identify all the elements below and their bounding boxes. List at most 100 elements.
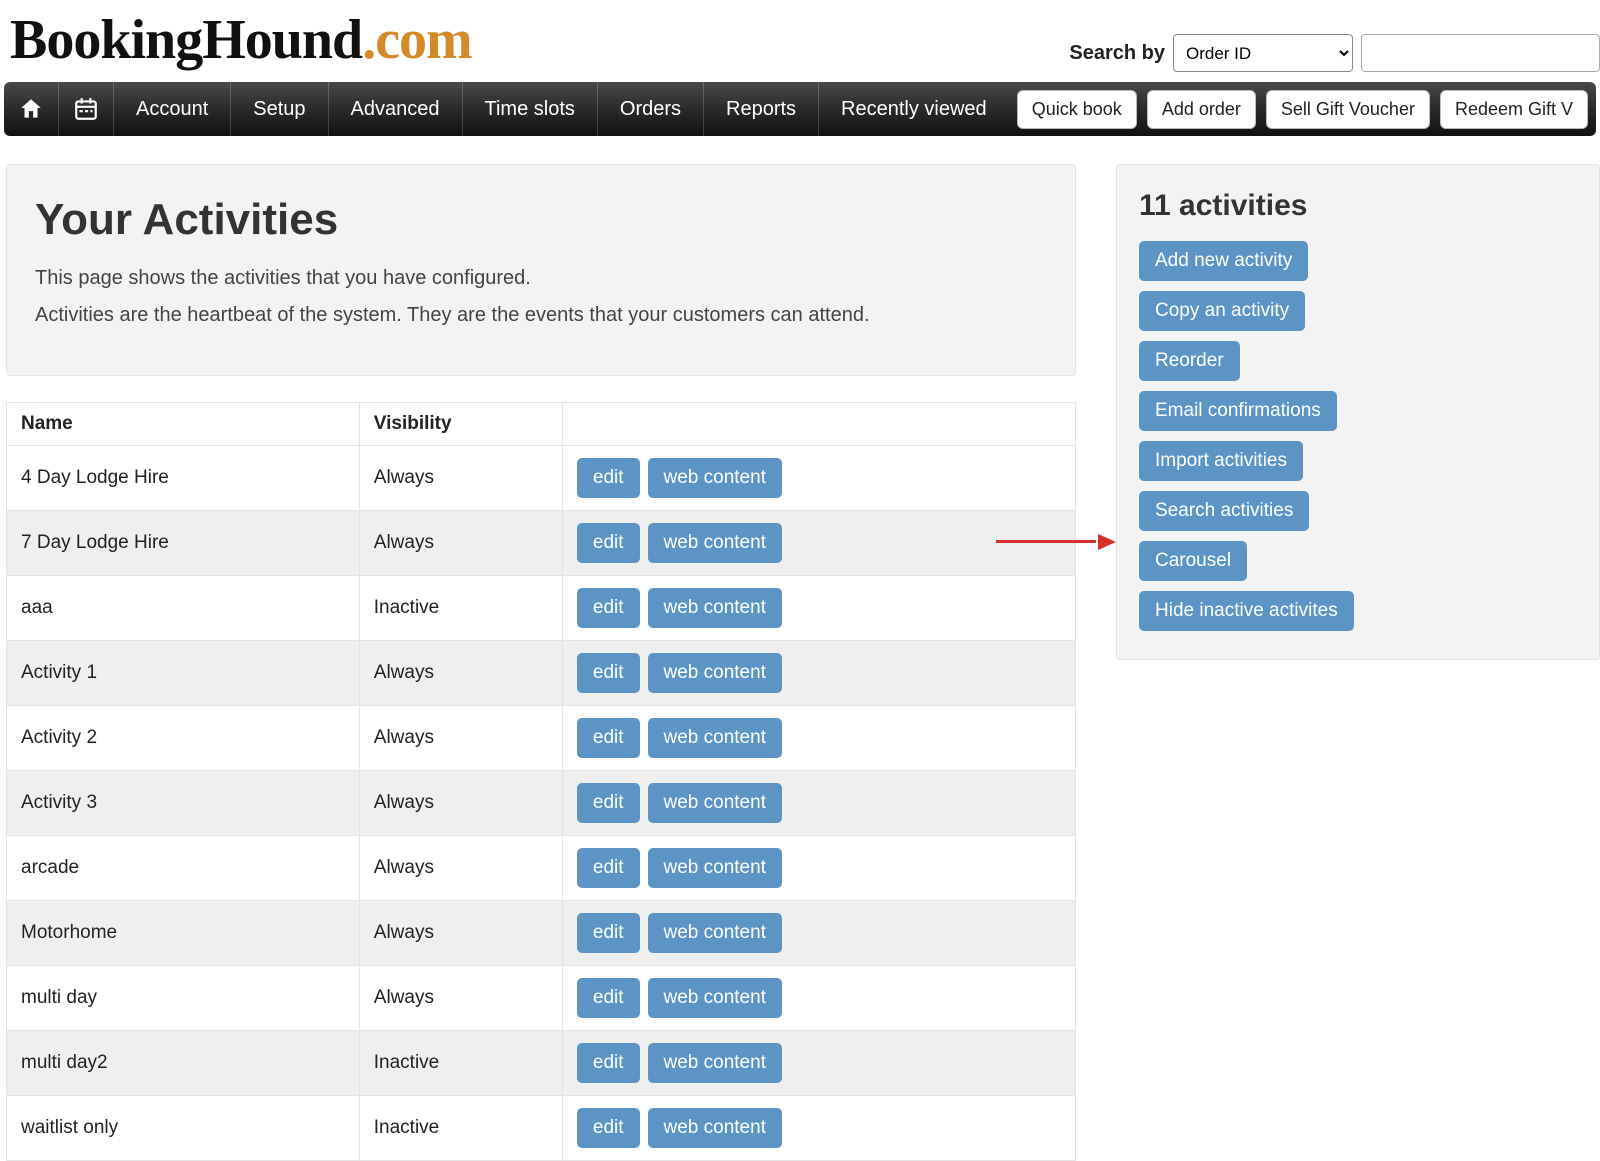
cell-name: multi day2 bbox=[7, 1031, 360, 1096]
web-content-button[interactable]: web content bbox=[648, 978, 782, 1018]
logo: BookingHound.com bbox=[10, 8, 472, 72]
cell-name: 7 Day Lodge Hire bbox=[7, 511, 360, 576]
cell-actions: editweb content bbox=[562, 1031, 1075, 1096]
sidebar-panel: 11 activities Add new activity Copy an ac… bbox=[1116, 164, 1600, 660]
cell-actions: editweb content bbox=[562, 446, 1075, 511]
cell-visibility: Always bbox=[359, 901, 562, 966]
search-label: Search by bbox=[1069, 42, 1165, 65]
col-name: Name bbox=[7, 403, 360, 446]
nav-reports[interactable]: Reports bbox=[704, 82, 819, 136]
web-content-button[interactable]: web content bbox=[648, 1043, 782, 1083]
edit-button[interactable]: edit bbox=[577, 1108, 640, 1148]
web-content-button[interactable]: web content bbox=[648, 1108, 782, 1148]
logo-suffix: .com bbox=[362, 9, 472, 71]
cell-name: multi day bbox=[7, 966, 360, 1031]
cell-name: Activity 2 bbox=[7, 706, 360, 771]
nav-account[interactable]: Account bbox=[114, 82, 231, 136]
search-activities-button[interactable]: Search activities bbox=[1139, 491, 1309, 531]
cell-name: 4 Day Lodge Hire bbox=[7, 446, 360, 511]
cell-actions: editweb content bbox=[562, 966, 1075, 1031]
table-row: multi dayAlwayseditweb content bbox=[7, 966, 1076, 1031]
quick-book-button[interactable]: Quick book bbox=[1017, 90, 1137, 129]
cell-visibility: Always bbox=[359, 511, 562, 576]
page-desc-2: Activities are the heartbeat of the syst… bbox=[35, 304, 1047, 327]
nav-advanced[interactable]: Advanced bbox=[329, 82, 463, 136]
table-row: Activity 1Alwayseditweb content bbox=[7, 641, 1076, 706]
main-nav: Account Setup Advanced Time slots Orders… bbox=[4, 82, 1596, 136]
edit-button[interactable]: edit bbox=[577, 978, 640, 1018]
add-order-button[interactable]: Add order bbox=[1147, 90, 1256, 129]
table-row: aaaInactiveeditweb content bbox=[7, 576, 1076, 641]
cell-visibility: Always bbox=[359, 641, 562, 706]
sell-gift-voucher-button[interactable]: Sell Gift Voucher bbox=[1266, 90, 1430, 129]
calendar-icon[interactable] bbox=[59, 82, 114, 136]
cell-actions: editweb content bbox=[562, 641, 1075, 706]
cell-actions: editweb content bbox=[562, 901, 1075, 966]
cell-name: Activity 1 bbox=[7, 641, 360, 706]
cell-name: Activity 3 bbox=[7, 771, 360, 836]
activities-panel: Your Activities This page shows the acti… bbox=[6, 164, 1076, 376]
reorder-button[interactable]: Reorder bbox=[1139, 341, 1240, 381]
web-content-button[interactable]: web content bbox=[648, 913, 782, 953]
edit-button[interactable]: edit bbox=[577, 848, 640, 888]
search-bar: Search by Order ID bbox=[1069, 34, 1600, 72]
page-desc-1: This page shows the activities that you … bbox=[35, 267, 1047, 290]
cell-visibility: Inactive bbox=[359, 576, 562, 641]
cell-visibility: Always bbox=[359, 446, 562, 511]
table-row: waitlist onlyInactiveeditweb content bbox=[7, 1096, 1076, 1161]
table-row: Activity 3Alwayseditweb content bbox=[7, 771, 1076, 836]
cell-visibility: Always bbox=[359, 706, 562, 771]
home-icon[interactable] bbox=[4, 82, 59, 136]
search-by-select[interactable]: Order ID bbox=[1173, 34, 1353, 72]
web-content-button[interactable]: web content bbox=[648, 718, 782, 758]
nav-setup[interactable]: Setup bbox=[231, 82, 328, 136]
edit-button[interactable]: edit bbox=[577, 913, 640, 953]
cell-actions: editweb content bbox=[562, 771, 1075, 836]
web-content-button[interactable]: web content bbox=[648, 523, 782, 563]
page-title: Your Activities bbox=[35, 195, 1047, 245]
nav-recently-viewed[interactable]: Recently viewed bbox=[819, 82, 1009, 136]
cell-visibility: Inactive bbox=[359, 1096, 562, 1161]
table-row: arcadeAlwayseditweb content bbox=[7, 836, 1076, 901]
cell-actions: editweb content bbox=[562, 1096, 1075, 1161]
col-actions bbox=[562, 403, 1075, 446]
cell-actions: editweb content bbox=[562, 576, 1075, 641]
add-new-activity-button[interactable]: Add new activity bbox=[1139, 241, 1308, 281]
cell-visibility: Always bbox=[359, 771, 562, 836]
table-row: Activity 2Alwayseditweb content bbox=[7, 706, 1076, 771]
activities-table: Name Visibility 4 Day Lodge HireAlwaysed… bbox=[6, 402, 1076, 1161]
table-row: 4 Day Lodge HireAlwayseditweb content bbox=[7, 446, 1076, 511]
web-content-button[interactable]: web content bbox=[648, 458, 782, 498]
cell-actions: editweb content bbox=[562, 706, 1075, 771]
copy-activity-button[interactable]: Copy an activity bbox=[1139, 291, 1305, 331]
edit-button[interactable]: edit bbox=[577, 1043, 640, 1083]
web-content-button[interactable]: web content bbox=[648, 588, 782, 628]
hide-inactive-button[interactable]: Hide inactive activites bbox=[1139, 591, 1354, 631]
edit-button[interactable]: edit bbox=[577, 523, 640, 563]
web-content-button[interactable]: web content bbox=[648, 783, 782, 823]
edit-button[interactable]: edit bbox=[577, 588, 640, 628]
edit-button[interactable]: edit bbox=[577, 783, 640, 823]
web-content-button[interactable]: web content bbox=[648, 848, 782, 888]
email-confirmations-button[interactable]: Email confirmations bbox=[1139, 391, 1337, 431]
cell-actions: editweb content bbox=[562, 511, 1075, 576]
edit-button[interactable]: edit bbox=[577, 718, 640, 758]
web-content-button[interactable]: web content bbox=[648, 653, 782, 693]
cell-name: waitlist only bbox=[7, 1096, 360, 1161]
table-row: 7 Day Lodge HireAlwayseditweb content bbox=[7, 511, 1076, 576]
nav-orders[interactable]: Orders bbox=[598, 82, 704, 136]
redeem-gift-voucher-button[interactable]: Redeem Gift V bbox=[1440, 90, 1588, 129]
import-activities-button[interactable]: Import activities bbox=[1139, 441, 1303, 481]
search-input[interactable] bbox=[1361, 34, 1600, 72]
carousel-button[interactable]: Carousel bbox=[1139, 541, 1247, 581]
edit-button[interactable]: edit bbox=[577, 458, 640, 498]
cell-name: Motorhome bbox=[7, 901, 360, 966]
cell-visibility: Always bbox=[359, 966, 562, 1031]
cell-actions: editweb content bbox=[562, 836, 1075, 901]
sidebar-title: 11 activities bbox=[1139, 189, 1577, 223]
cell-visibility: Always bbox=[359, 836, 562, 901]
cell-name: arcade bbox=[7, 836, 360, 901]
edit-button[interactable]: edit bbox=[577, 653, 640, 693]
table-row: MotorhomeAlwayseditweb content bbox=[7, 901, 1076, 966]
nav-time-slots[interactable]: Time slots bbox=[463, 82, 598, 136]
